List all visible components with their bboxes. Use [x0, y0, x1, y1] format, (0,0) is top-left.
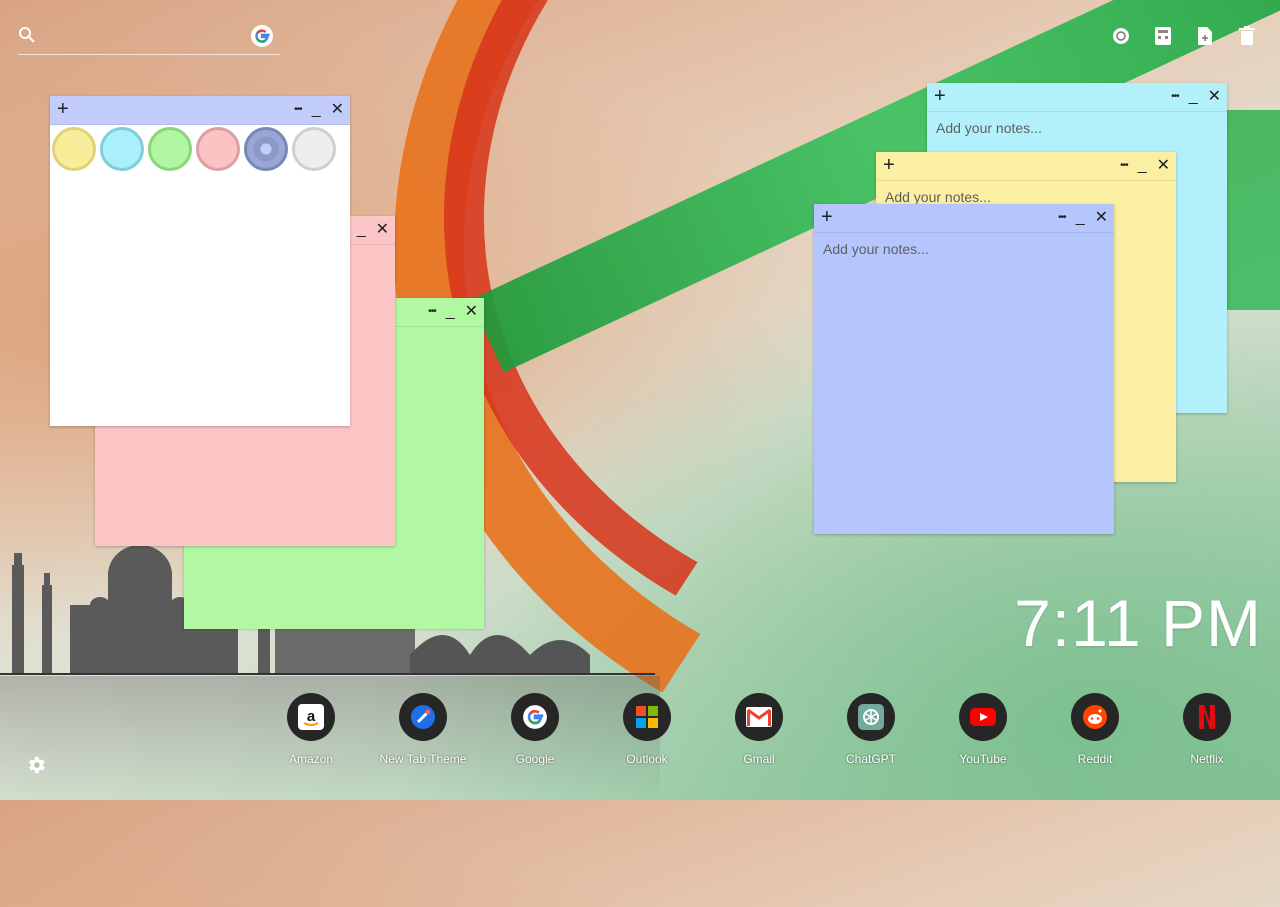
close-icon[interactable]: ✕ [1095, 210, 1108, 226]
minimize-icon[interactable]: _ [312, 102, 321, 118]
minimize-icon[interactable]: _ [1138, 158, 1147, 174]
close-icon[interactable]: ✕ [465, 304, 478, 320]
close-icon[interactable]: ✕ [376, 222, 389, 238]
google-search-icon[interactable] [250, 24, 274, 48]
trash-icon[interactable] [1236, 24, 1258, 48]
app-shortcut-chatgpt[interactable]: ChatGPT [815, 693, 927, 766]
app-label: Outlook [626, 752, 668, 766]
color-swatch-pink[interactable] [196, 127, 240, 171]
note-titlebar: + ••• _ ✕ [876, 152, 1176, 181]
add-note-icon[interactable]: + [57, 98, 69, 120]
search-bar[interactable] [18, 24, 280, 55]
close-icon[interactable]: ✕ [1157, 158, 1170, 174]
color-swatch-cyan[interactable] [100, 127, 144, 171]
color-swatch-yellow[interactable] [52, 127, 96, 171]
color-swatch-gray[interactable] [292, 127, 336, 171]
search-icon [19, 27, 35, 43]
calculator-icon[interactable] [1152, 24, 1174, 48]
more-options-icon[interactable]: ••• [1171, 89, 1179, 105]
app-label: YouTube [959, 752, 1007, 766]
more-options-icon[interactable]: ••• [1120, 158, 1128, 174]
app-shortcut-new-tab-theme[interactable]: New Tab Theme [367, 693, 479, 766]
youtube-icon [959, 693, 1007, 741]
app-label: Gmail [743, 752, 775, 766]
app-shortcut-youtube[interactable]: YouTube [927, 693, 1039, 766]
note-titlebar: + ••• _ ✕ [814, 204, 1114, 233]
settings-gear-icon[interactable] [25, 754, 47, 776]
app-shortcut-outlook[interactable]: Outlook [591, 693, 703, 766]
netflix-icon [1183, 693, 1231, 741]
color-swatches [50, 125, 350, 171]
horizon-line [0, 673, 655, 675]
clock: 7:11 PM [1014, 586, 1262, 660]
outlook-icon [623, 693, 671, 741]
close-icon[interactable]: ✕ [1208, 89, 1221, 105]
svg-text:a: a [307, 708, 316, 725]
reddit-icon [1071, 693, 1119, 741]
more-options-icon[interactable]: ••• [428, 304, 436, 320]
color-swatch-blue-selected[interactable] [244, 127, 288, 171]
app-label: Reddit [1077, 752, 1113, 766]
app-dock: a Amazon New Tab Theme Google Outlook Gm… [255, 693, 1265, 773]
new-note-icon[interactable] [1194, 24, 1216, 48]
top-toolbar [1110, 24, 1258, 48]
color-swatch-green[interactable] [148, 127, 192, 171]
amazon-icon: a [287, 693, 335, 741]
add-note-icon[interactable]: + [883, 154, 895, 176]
app-shortcut-gmail[interactable]: Gmail [703, 693, 815, 766]
note-text-input[interactable] [814, 233, 1114, 533]
app-shortcut-google[interactable]: Google [479, 693, 591, 766]
app-label: New Tab Theme [379, 752, 467, 766]
add-note-icon[interactable]: + [821, 206, 833, 228]
sticky-note-blue[interactable]: + ••• _ ✕ [814, 204, 1114, 534]
more-options-icon[interactable]: ••• [294, 102, 302, 118]
minimize-icon[interactable]: _ [446, 304, 455, 320]
add-note-icon[interactable]: + [934, 85, 946, 107]
sticky-note-color-picker[interactable]: + ••• _ ✕ [50, 96, 350, 426]
google-icon [511, 693, 559, 741]
gmail-icon [735, 693, 783, 741]
close-icon[interactable]: ✕ [331, 102, 344, 118]
new-tab-theme-icon [399, 693, 447, 741]
note-titlebar: + ••• _ ✕ [50, 96, 350, 125]
app-label: Amazon [288, 752, 334, 766]
app-label: ChatGPT [845, 752, 896, 766]
app-label: Google [515, 752, 555, 766]
minimize-icon[interactable]: _ [357, 222, 366, 238]
chatgpt-icon [847, 693, 895, 741]
screenshot-icon[interactable] [1110, 24, 1132, 48]
app-shortcut-netflix[interactable]: Netflix [1151, 693, 1263, 766]
note-titlebar: + ••• _ ✕ [927, 83, 1227, 112]
app-label: Netflix [1190, 752, 1224, 766]
minimize-icon[interactable]: _ [1189, 89, 1198, 105]
app-shortcut-amazon[interactable]: a Amazon [255, 693, 367, 766]
minimize-icon[interactable]: _ [1076, 210, 1085, 226]
app-shortcut-reddit[interactable]: Reddit [1039, 693, 1151, 766]
more-options-icon[interactable]: ••• [1058, 210, 1066, 226]
